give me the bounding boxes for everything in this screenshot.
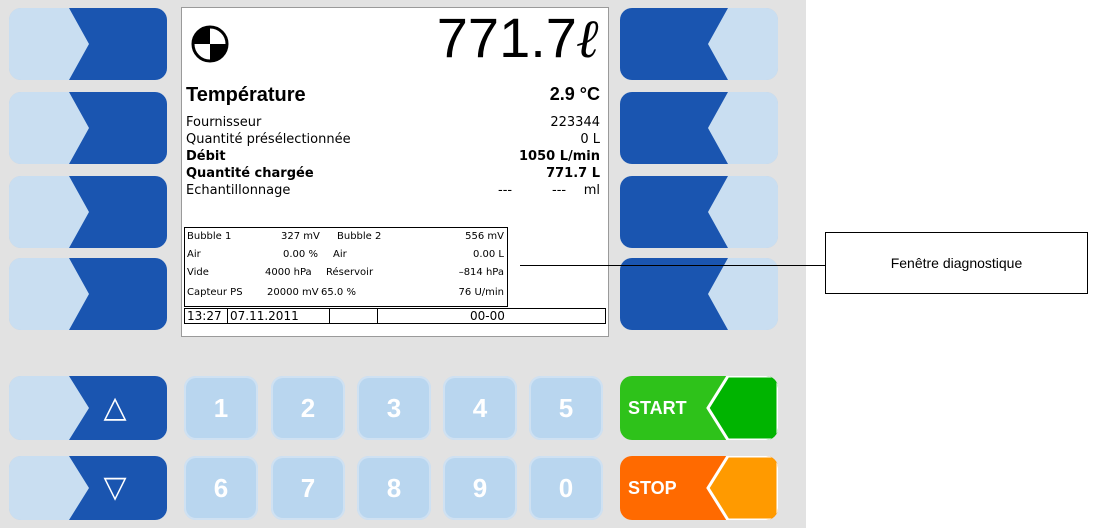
row-quantite-preselectionnee: Quantité présélectionnée 0 L [186,132,600,149]
row-value-2: --- [552,183,567,198]
diag-value: 327 mV [281,231,320,242]
diag-label: Bubble 2 [337,231,382,242]
volume-display: 771.7ℓ [436,6,600,70]
key-0[interactable]: 0 [529,456,603,520]
key-8[interactable]: 8 [357,456,431,520]
row-value: 223344 [550,115,600,130]
row-fournisseur: Fournisseur 223344 [186,115,600,132]
diag-value: 0.00 % [283,249,318,260]
softkey-right-4[interactable] [620,258,778,330]
diag-label: Vide [187,267,209,278]
diag-value: –814 hPa [458,267,504,278]
row-label: Fournisseur [186,115,262,130]
volume-unit: ℓ [576,6,600,70]
key-1[interactable]: 1 [184,376,258,440]
diag-value: 76 U/min [458,287,504,298]
diagnostic-window: Bubble 1 327 mV Bubble 2 556 mV Air 0.00… [184,227,508,307]
row-value: 1050 L/min [519,149,600,164]
row-quantite-chargee: Quantité chargée 771.7 L [186,166,600,183]
softkey-left-3-arrow-icon [9,176,167,248]
softkey-left-3[interactable] [9,176,167,248]
lcd-screen: 771.7ℓ Température 2.9 °C Fournisseur 22… [181,7,609,337]
row-value-1: --- [498,183,513,198]
row-label: Débit [186,149,226,164]
up-arrow-icon: △ [103,390,127,425]
key-5[interactable]: 5 [529,376,603,440]
softkey-left-2-arrow-icon [9,92,167,164]
row-label: Echantillonnage [186,183,291,198]
row-echantillonnage: Echantillonnage --- --- ml [186,183,600,200]
row-value: 0 L [580,132,600,147]
status-empty-cell [330,309,378,323]
start-label: START [628,398,687,418]
scroll-up-key[interactable]: △ [9,376,167,440]
key-9[interactable]: 9 [443,456,517,520]
key-4[interactable]: 4 [443,376,517,440]
diag-value: 556 mV [465,231,504,242]
softkey-right-1-arrow-icon [620,8,778,80]
key-7[interactable]: 7 [271,456,345,520]
scroll-down-key-shape [9,456,167,520]
diag-value: 65.0 % [321,287,356,298]
status-circle-icon [191,25,229,63]
key-6[interactable]: 6 [184,456,258,520]
start-button[interactable]: START [620,376,778,440]
stop-button[interactable]: STOP [620,456,778,520]
key-2[interactable]: 2 [271,376,345,440]
softkey-left-4-arrow-icon [9,258,167,330]
status-code: 00-00 [470,309,505,323]
temperature-row: Température 2.9 °C [186,84,600,108]
diag-label: Air [333,249,347,260]
diag-value: 4000 hPa [265,267,312,278]
softkey-left-1-arrow-icon [9,8,167,80]
row-label: Quantité chargée [186,166,314,181]
softkey-right-1[interactable] [620,8,778,80]
softkey-right-3-arrow-icon [620,176,778,248]
status-date: 07.11.2011 [228,309,330,323]
diag-label: Bubble 1 [187,231,232,242]
key-3[interactable]: 3 [357,376,431,440]
diag-value: 20000 mV [267,287,319,298]
scroll-down-key[interactable]: ▽ [9,456,167,520]
row-value-unit: ml [583,183,600,198]
device-panel: 771.7ℓ Température 2.9 °C Fournisseur 22… [0,0,806,528]
page-title: Température [186,84,306,106]
status-time: 13:27 [185,309,228,323]
diag-label: Réservoir [326,267,374,278]
callout-leader-line [520,265,825,266]
softkey-right-2-arrow-icon [620,92,778,164]
softkey-left-1[interactable] [9,8,167,80]
softkey-left-2[interactable] [9,92,167,164]
callout-diagnostic-window: Fenêtre diagnostique [825,232,1088,294]
scroll-up-key-shape [9,376,167,440]
softkey-right-2[interactable] [620,92,778,164]
softkey-left-4[interactable] [9,258,167,330]
row-debit: Débit 1050 L/min [186,149,600,166]
softkey-right-4-arrow-icon [620,258,778,330]
diag-label: Capteur PS [187,287,243,298]
down-arrow-icon: ▽ [103,470,127,505]
stop-label: STOP [628,478,677,498]
status-bar: 13:27 07.11.2011 00-00 [184,308,606,324]
diag-value: 0.00 L [472,249,504,260]
diag-label: Air [187,249,201,260]
temperature-value: 2.9 °C [549,84,600,104]
row-value: 771.7 L [546,166,600,181]
volume-value: 771.7 [436,6,577,69]
row-label: Quantité présélectionnée [186,132,351,147]
softkey-right-3[interactable] [620,176,778,248]
